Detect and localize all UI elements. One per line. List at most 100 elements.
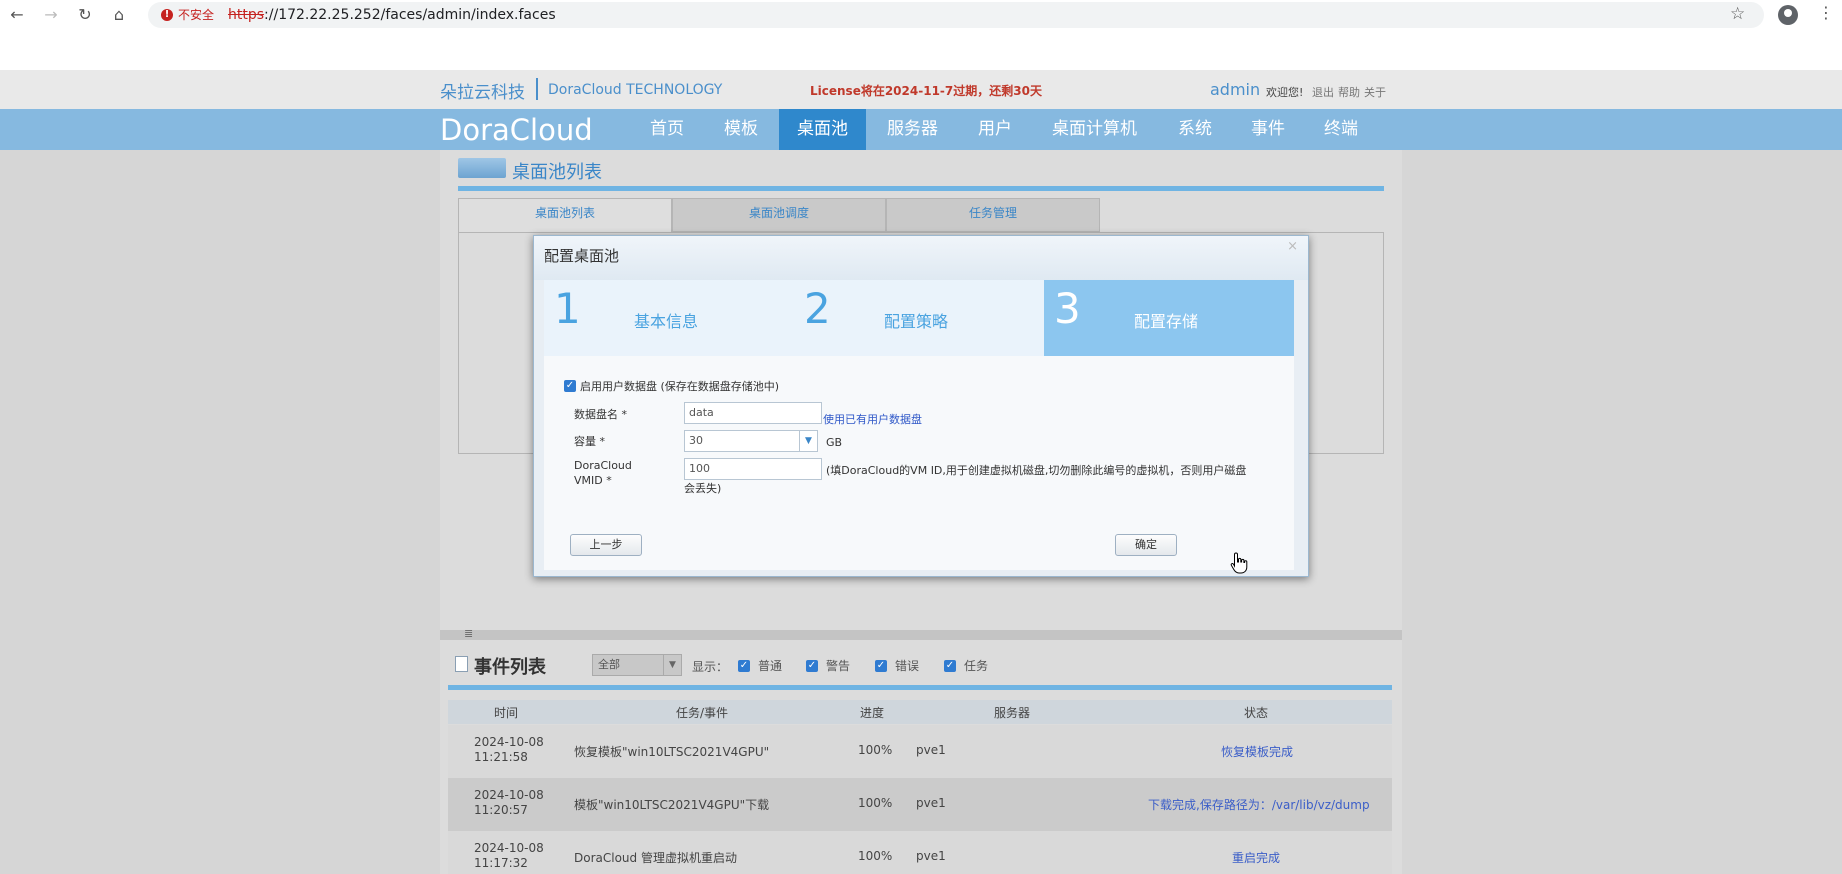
warning-icon: ! xyxy=(161,9,173,21)
wizard-steps: 1 基本信息 2 配置策略 3 配置存储 xyxy=(544,280,1294,356)
nav-item-events[interactable]: 事件 xyxy=(1233,109,1303,150)
row-task: DoraCloud 管理虚拟机重启动 xyxy=(574,851,737,865)
checkbox-checked-icon[interactable]: ✓ xyxy=(564,380,576,392)
row-progress: 100% xyxy=(858,743,893,757)
filter-warning-label: 警告 xyxy=(826,659,851,673)
confirm-button[interactable]: 确定 xyxy=(1115,534,1177,556)
col-task: 任务/事件 xyxy=(676,706,729,720)
url-text[interactable]: https://172.22.25.252/faces/admin/index.… xyxy=(228,7,556,23)
browser-menu-icon[interactable]: ⋮ xyxy=(1818,3,1834,22)
row-progress: 100% xyxy=(858,849,893,863)
row-date: 2024-10-08 xyxy=(474,735,544,749)
row-datetime: 2024-10-08 11:21:58 xyxy=(474,735,554,765)
nav-item-system[interactable]: 系统 xyxy=(1160,109,1230,150)
row-status-link[interactable]: 重启完成 xyxy=(1232,849,1280,866)
nav-item-users[interactable]: 用户 xyxy=(960,109,1030,150)
profile-icon[interactable] xyxy=(1778,5,1798,25)
step-storage[interactable]: 3 配置存储 xyxy=(1044,280,1294,356)
title-rule xyxy=(458,186,1384,191)
filter-task[interactable]: ✓ 任务 xyxy=(944,657,988,674)
about-link[interactable]: 关于 xyxy=(1364,84,1386,100)
nav-item-terminals[interactable]: 终端 xyxy=(1306,109,1376,150)
checkbox-checked-icon[interactable]: ✓ xyxy=(738,659,750,672)
row-status-link[interactable]: 恢复模板完成 xyxy=(1221,743,1293,760)
enable-user-disk-label: 启用用户数据盘 (保存在数据盘存储池中) xyxy=(580,380,780,393)
chevron-down-icon[interactable]: ▼ xyxy=(663,655,681,675)
filter-error[interactable]: ✓ 错误 xyxy=(875,657,919,674)
splitter-handle-icon[interactable]: ≣ xyxy=(464,627,473,640)
logout-link[interactable]: 退出 xyxy=(1312,84,1334,100)
nav-item-templates[interactable]: 模板 xyxy=(706,109,776,150)
event-rule xyxy=(448,685,1392,690)
row-date: 2024-10-08 xyxy=(474,841,544,855)
forward-icon[interactable]: → xyxy=(40,4,62,26)
table-row[interactable]: 2024-10-08 11:20:57 模板"win10LTSC2021V4GPU… xyxy=(448,778,1392,831)
nav-item-desktop-computers[interactable]: 桌面计算机 xyxy=(1034,109,1155,150)
close-icon[interactable]: × xyxy=(1287,239,1298,254)
reload-icon[interactable]: ↻ xyxy=(74,4,96,26)
filter-normal-label: 普通 xyxy=(758,659,783,673)
col-progress: 进度 xyxy=(860,706,885,720)
row-time: 11:21:58 xyxy=(474,750,528,764)
desktop-pool-icon xyxy=(458,158,506,178)
row-time: 11:17:32 xyxy=(474,856,528,870)
checkbox-checked-icon[interactable]: ✓ xyxy=(875,659,887,672)
checkbox-checked-icon[interactable]: ✓ xyxy=(944,659,956,672)
filter-warning[interactable]: ✓ 警告 xyxy=(806,657,850,674)
vmid-input[interactable]: 100 xyxy=(684,458,822,480)
dialog-title: 配置桌面池 xyxy=(544,247,620,265)
prev-step-button[interactable]: 上一步 xyxy=(570,534,642,556)
chevron-down-icon[interactable]: ▼ xyxy=(799,431,817,451)
col-server: 服务器 xyxy=(994,706,1031,720)
tab-pool-list[interactable]: 桌面池列表 xyxy=(458,198,672,232)
capacity-label: 容量 * xyxy=(574,435,605,448)
main-nav: DoraCloud 首页 模板 桌面池 服务器 用户 桌面计算机 系统 事件 终… xyxy=(0,109,1842,150)
hand-cursor-icon xyxy=(1230,552,1248,574)
row-datetime: 2024-10-08 11:20:57 xyxy=(474,788,554,818)
row-task: 恢复模板"win10LTSC2021V4GPU" xyxy=(574,745,770,759)
step-label: 基本信息 xyxy=(634,312,699,331)
nav-item-servers[interactable]: 服务器 xyxy=(869,109,956,150)
address-bar[interactable]: ! 不安全 https://172.22.25.252/faces/admin/… xyxy=(148,2,1764,28)
back-icon[interactable]: ← xyxy=(6,4,28,26)
storage-form: ✓ 启用用户数据盘 (保存在数据盘存储池中) 数据盘名 * data 使用已有用… xyxy=(544,356,1294,570)
home-icon[interactable]: ⌂ xyxy=(108,4,130,26)
event-list-title: 事件列表 xyxy=(474,657,546,678)
step-policy[interactable]: 2 配置策略 xyxy=(794,280,1044,356)
step-number: 3 xyxy=(1054,284,1081,333)
step-basic-info[interactable]: 1 基本信息 xyxy=(544,280,794,356)
capacity-value: 30 xyxy=(689,434,703,447)
insecure-badge[interactable]: ! 不安全 xyxy=(158,6,219,24)
vmid-note-line2: 会丢失) xyxy=(684,482,722,495)
help-link[interactable]: 帮助 xyxy=(1338,84,1360,100)
use-existing-disk-link[interactable]: 使用已有用户数据盘 xyxy=(823,411,922,427)
row-date: 2024-10-08 xyxy=(474,788,544,802)
enable-user-disk-checkbox[interactable]: ✓ 启用用户数据盘 (保存在数据盘存储池中) xyxy=(564,378,779,394)
browser-toolbar: ← → ↻ ⌂ ! 不安全 https://172.22.25.252/face… xyxy=(0,0,1842,70)
url-protocol: https xyxy=(228,7,265,23)
table-row[interactable]: 2024-10-08 11:17:32 DoraCloud 管理虚拟机重启动 10… xyxy=(448,831,1392,874)
vmid-note-line1: (填DoraCloud的VM ID,用于创建虚拟机磁盘,切勿删除此编号的虚拟机，… xyxy=(826,464,1247,477)
bookmark-star-icon[interactable]: ☆ xyxy=(1730,4,1745,24)
tab-pool-schedule[interactable]: 桌面池调度 xyxy=(672,198,886,232)
event-filter-select[interactable]: 全部 ▼ xyxy=(592,654,682,676)
disk-name-input[interactable]: data xyxy=(684,402,822,424)
event-filter-value: 全部 xyxy=(598,658,620,671)
url-path: ://172.22.25.252/faces/admin/index.faces xyxy=(264,7,556,23)
step-label: 配置策略 xyxy=(884,312,949,331)
table-row[interactable]: 2024-10-08 11:21:58 恢复模板"win10LTSC2021V4G… xyxy=(448,725,1392,778)
capacity-combo[interactable]: 30 ▼ xyxy=(684,430,818,452)
splitter[interactable]: ≣ xyxy=(440,627,1402,640)
checkbox-checked-icon[interactable]: ✓ xyxy=(806,659,818,672)
nav-item-desktop-pool[interactable]: 桌面池 xyxy=(779,109,866,150)
filter-task-label: 任务 xyxy=(964,659,989,673)
nav-item-home[interactable]: 首页 xyxy=(632,109,702,150)
row-server: pve1 xyxy=(916,849,946,863)
step-number: 1 xyxy=(554,284,581,333)
row-status-link[interactable]: 下载完成,保存路径为：/var/lib/vz/dump xyxy=(1148,796,1370,813)
row-progress: 100% xyxy=(858,796,893,810)
filter-normal[interactable]: ✓ 普通 xyxy=(738,657,782,674)
row-server: pve1 xyxy=(916,796,946,810)
tab-task-management[interactable]: 任务管理 xyxy=(886,198,1100,232)
dialog-header: 配置桌面池 × xyxy=(534,236,1308,280)
